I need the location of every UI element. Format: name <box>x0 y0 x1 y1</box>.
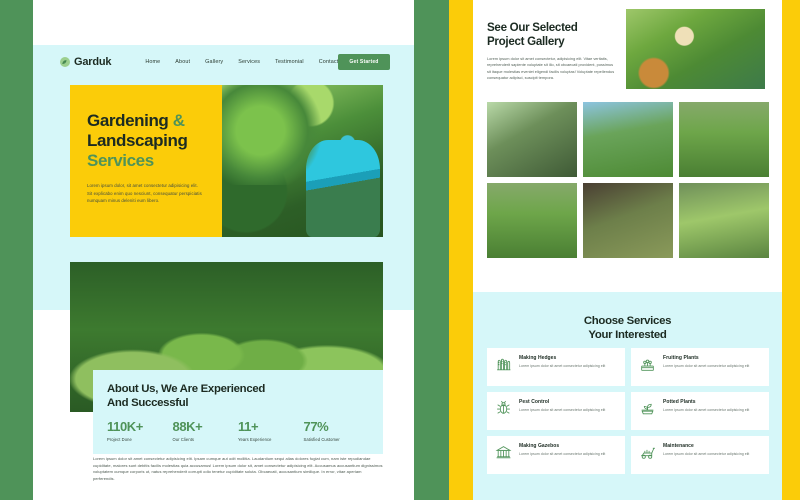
gallery-heading-line1: See Our Selected <box>487 21 578 34</box>
yellow-divider-band <box>449 0 473 500</box>
services-heading-line1: Choose Services <box>583 315 672 327</box>
nav-item-testimonial[interactable]: Testimonial <box>275 59 304 65</box>
gallery-item[interactable] <box>583 102 673 177</box>
right-page: See Our Selected Project Gallery Lorem i… <box>473 0 782 500</box>
stat-value: 88K+ <box>172 419 203 434</box>
services-heading-line2: Your Interested <box>588 329 667 341</box>
leaf-circle-icon <box>60 56 70 67</box>
gallery-header: See Our Selected Project Gallery Lorem i… <box>487 21 617 82</box>
hero-paragraph: Lorem ipsum dolor, sit amet consectetur … <box>87 183 202 204</box>
gallery-item[interactable] <box>487 183 577 258</box>
nav-item-services[interactable]: Services <box>238 59 260 65</box>
service-text: Making Hedges Lorem ipsum dolor sit amet… <box>519 355 605 369</box>
about-heading-line1: About Us, We Are Experienced <box>107 383 266 395</box>
gallery-grid <box>487 102 769 258</box>
gazebo-icon <box>495 446 512 459</box>
service-title: Fruiting Plants <box>663 355 699 361</box>
gallery-heading-line2: Project Gallery <box>487 35 565 48</box>
service-description: Lorem ipsum dolor sit amet consectetur a… <box>663 452 750 456</box>
gallery-item[interactable] <box>583 183 673 258</box>
service-title: Potted Plants <box>663 399 696 405</box>
service-card-fruiting-plants[interactable]: Fruiting Plants Lorem ipsum dolor sit am… <box>631 348 769 386</box>
gallery-item[interactable] <box>679 183 769 258</box>
stat-satisfied-customer: 77% Satisfied Customer <box>304 419 370 442</box>
service-title: Maintenance <box>663 443 694 449</box>
about-body-text: Lorem ipsum dolor sit amet consectetur a… <box>93 456 383 481</box>
service-text: Pest Control Lorem ipsum dolor sit amet … <box>519 399 605 413</box>
hero-text-block: Gardening & Landscaping Services Lorem i… <box>70 85 222 237</box>
stat-label: Project Done <box>107 437 132 442</box>
service-card-potted-plants[interactable]: Potted Plants Lorem ipsum dolor sit amet… <box>631 392 769 430</box>
service-text: Making Gazebos Lorem ipsum dolor sit ame… <box>519 443 605 457</box>
lawn-mower-icon <box>641 447 655 459</box>
hero-heading: Gardening & Landscaping Services <box>87 111 204 171</box>
about-heading-line2: And Successful <box>107 397 189 409</box>
bug-icon <box>497 400 510 414</box>
stat-value: 110K+ <box>107 419 143 434</box>
service-title: Pest Control <box>519 399 550 405</box>
hero-heading-line1: Gardening <box>87 111 169 130</box>
service-description: Lorem ipsum dolor sit amet consectetur a… <box>663 408 750 412</box>
service-description: Lorem ipsum dolor sit amet consectetur a… <box>519 364 606 368</box>
service-text: Fruiting Plants Lorem ipsum dolor sit am… <box>663 355 749 369</box>
service-text: Potted Plants Lorem ipsum dolor sit amet… <box>663 399 749 413</box>
service-description: Lorem ipsum dolor sit amet consectetur a… <box>519 452 606 456</box>
gallery-heading: See Our Selected Project Gallery <box>487 21 617 49</box>
stat-value: 11+ <box>238 419 259 434</box>
service-description: Lorem ipsum dolor sit amet consectetur a… <box>663 364 750 368</box>
stat-value: 77% <box>303 419 329 434</box>
hero-image <box>222 85 383 237</box>
stat-label: Satisfied Customer <box>303 437 340 442</box>
hero-heading-ampersand: & <box>172 111 185 130</box>
hedge-icon <box>497 358 511 371</box>
left-page: Garduk Home About Gallery Services Testi… <box>33 0 414 500</box>
gallery-item[interactable] <box>487 102 577 177</box>
yellow-right-band <box>782 0 800 500</box>
hero-heading-line2: Landscaping <box>87 131 188 150</box>
nav-item-gallery[interactable]: Gallery <box>205 59 223 65</box>
nav-links: Home About Gallery Services Testimonial … <box>145 59 338 65</box>
stat-our-clients: 88K+ Our Clients <box>173 419 239 442</box>
service-description: Lorem ipsum dolor sit amet consectetur a… <box>519 408 606 412</box>
gallery-paragraph: Lorem ipsum dolor sit amet consectetur, … <box>487 56 615 81</box>
logo-text: Garduk <box>74 55 112 68</box>
stat-project-done: 110K+ Project Done <box>107 419 173 442</box>
logo[interactable]: Garduk <box>59 55 112 68</box>
fruiting-plants-icon <box>641 359 654 371</box>
stat-years-experience: 11+ Years Experience <box>238 419 304 442</box>
service-card-making-hedges[interactable]: Making Hedges Lorem ipsum dolor sit amet… <box>487 348 625 386</box>
nav-item-about[interactable]: About <box>175 59 190 65</box>
about-card: About Us, We Are Experienced And Success… <box>93 370 383 454</box>
services-heading: Choose Services Your Interested <box>473 314 782 342</box>
services-grid: Making Hedges Lorem ipsum dolor sit amet… <box>487 348 769 474</box>
get-started-button[interactable]: Get Started <box>338 53 390 70</box>
hero-section: Gardening & Landscaping Services Lorem i… <box>70 85 383 237</box>
gallery-item[interactable] <box>679 102 769 177</box>
nav-item-contact[interactable]: Contact <box>319 59 339 65</box>
service-card-maintenance[interactable]: Maintenance Lorem ipsum dolor sit amet c… <box>631 436 769 474</box>
service-text: Maintenance Lorem ipsum dolor sit amet c… <box>663 443 749 457</box>
service-title: Making Hedges <box>519 355 557 361</box>
service-title: Making Gazebos <box>519 443 560 449</box>
nav-item-home[interactable]: Home <box>145 59 160 65</box>
service-card-making-gazebos[interactable]: Making Gazebos Lorem ipsum dolor sit ame… <box>487 436 625 474</box>
stat-label: Our Clients <box>172 437 195 442</box>
service-card-pest-control[interactable]: Pest Control Lorem ipsum dolor sit amet … <box>487 392 625 430</box>
hero-heading-line3: Services <box>87 151 154 170</box>
about-heading: About Us, We Are Experienced And Success… <box>107 382 369 410</box>
stat-label: Years Experience <box>238 437 272 442</box>
potted-plant-icon <box>641 403 654 415</box>
stats-row: 110K+ Project Done 88K+ Our Clients 11+ … <box>107 419 369 442</box>
gallery-feature-image <box>626 9 765 89</box>
navbar: Garduk Home About Gallery Services Testi… <box>33 45 414 78</box>
